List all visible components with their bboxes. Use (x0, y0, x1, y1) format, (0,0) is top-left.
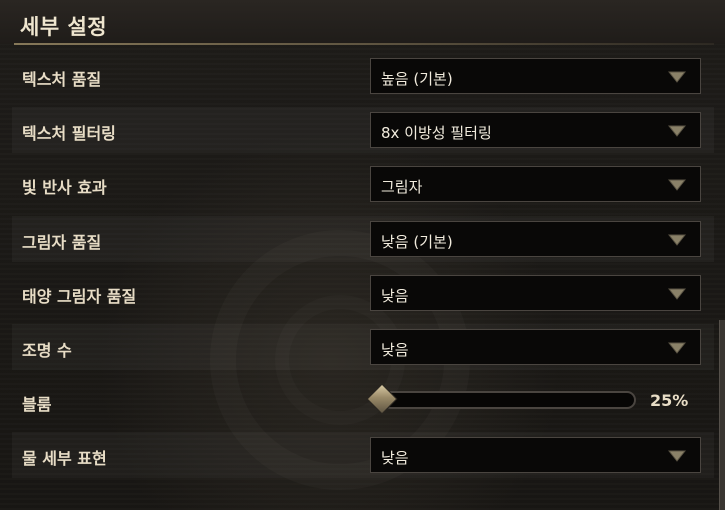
panel-title: 세부 설정 (20, 15, 108, 39)
light-count-selected-value: 낮음 (381, 341, 409, 359)
triangle-down-icon[interactable] (668, 125, 686, 137)
bloom-slider-value: 25% (650, 391, 689, 410)
shadow-quality-dropdown[interactable]: 낮음 (기본) (370, 221, 701, 257)
setting-row-texture-filtering: 텍스처 필터링 8x 이방성 필터링 (12, 107, 714, 153)
reflections-selected-value: 그림자 (381, 178, 423, 196)
sun-shadow-quality-selected-value: 낮음 (381, 287, 409, 305)
triangle-down-icon[interactable] (668, 342, 686, 354)
setting-label-water-detail: 물 세부 표현 (22, 449, 107, 468)
bloom-slider-track[interactable] (382, 391, 636, 409)
slider-handle-diamond-icon[interactable] (366, 383, 398, 415)
setting-label-light-count: 조명 수 (22, 341, 72, 360)
setting-row-light-count: 조명 수 낮음 (12, 324, 714, 370)
water-detail-dropdown[interactable]: 낮음 (370, 437, 701, 473)
setting-row-reflections: 빛 반사 효과 그림자 (12, 161, 714, 207)
texture-filtering-dropdown[interactable]: 8x 이방성 필터링 (370, 112, 701, 148)
light-count-dropdown[interactable]: 낮음 (370, 329, 701, 365)
setting-label-sun-shadow-quality: 태양 그림자 품질 (22, 287, 137, 306)
setting-label-reflections: 빛 반사 효과 (22, 178, 107, 197)
triangle-down-icon[interactable] (668, 71, 686, 83)
panel-header: 세부 설정 (0, 0, 725, 44)
triangle-down-icon[interactable] (668, 179, 686, 191)
water-detail-selected-value: 낮음 (381, 449, 409, 467)
texture-filtering-selected-value: 8x 이방성 필터링 (381, 124, 492, 142)
texture-quality-selected-value: 높음 (기본) (381, 70, 453, 88)
setting-label-shadow-quality: 그림자 품질 (22, 233, 102, 252)
triangle-down-icon[interactable] (668, 234, 686, 246)
texture-quality-dropdown[interactable]: 높음 (기본) (370, 58, 701, 94)
triangle-down-icon[interactable] (668, 288, 686, 300)
setting-row-texture-quality: 텍스처 품질 높음 (기본) (12, 53, 714, 99)
detail-settings-panel: 세부 설정 텍스처 품질 높음 (기본) 텍스처 필터링 8x 이방성 필터링빛 반사… (0, 0, 725, 510)
setting-label-bloom: 블룸 (22, 395, 52, 414)
setting-label-texture-filtering: 텍스처 필터링 (22, 124, 116, 143)
setting-row-sun-shadow-quality: 태양 그림자 품질 낮음 (12, 270, 714, 316)
shadow-quality-selected-value: 낮음 (기본) (381, 233, 453, 251)
triangle-down-icon[interactable] (668, 450, 686, 462)
setting-row-water-detail: 물 세부 표현 낮음 (12, 432, 714, 478)
header-divider (14, 43, 714, 45)
sun-shadow-quality-dropdown[interactable]: 낮음 (370, 275, 701, 311)
setting-row-bloom: 블룸 25% (12, 378, 714, 424)
setting-label-texture-quality: 텍스처 품질 (22, 70, 102, 89)
reflections-dropdown[interactable]: 그림자 (370, 166, 701, 202)
scrollbar[interactable] (719, 320, 725, 510)
setting-row-shadow-quality: 그림자 품질 낮음 (기본) (12, 216, 714, 262)
